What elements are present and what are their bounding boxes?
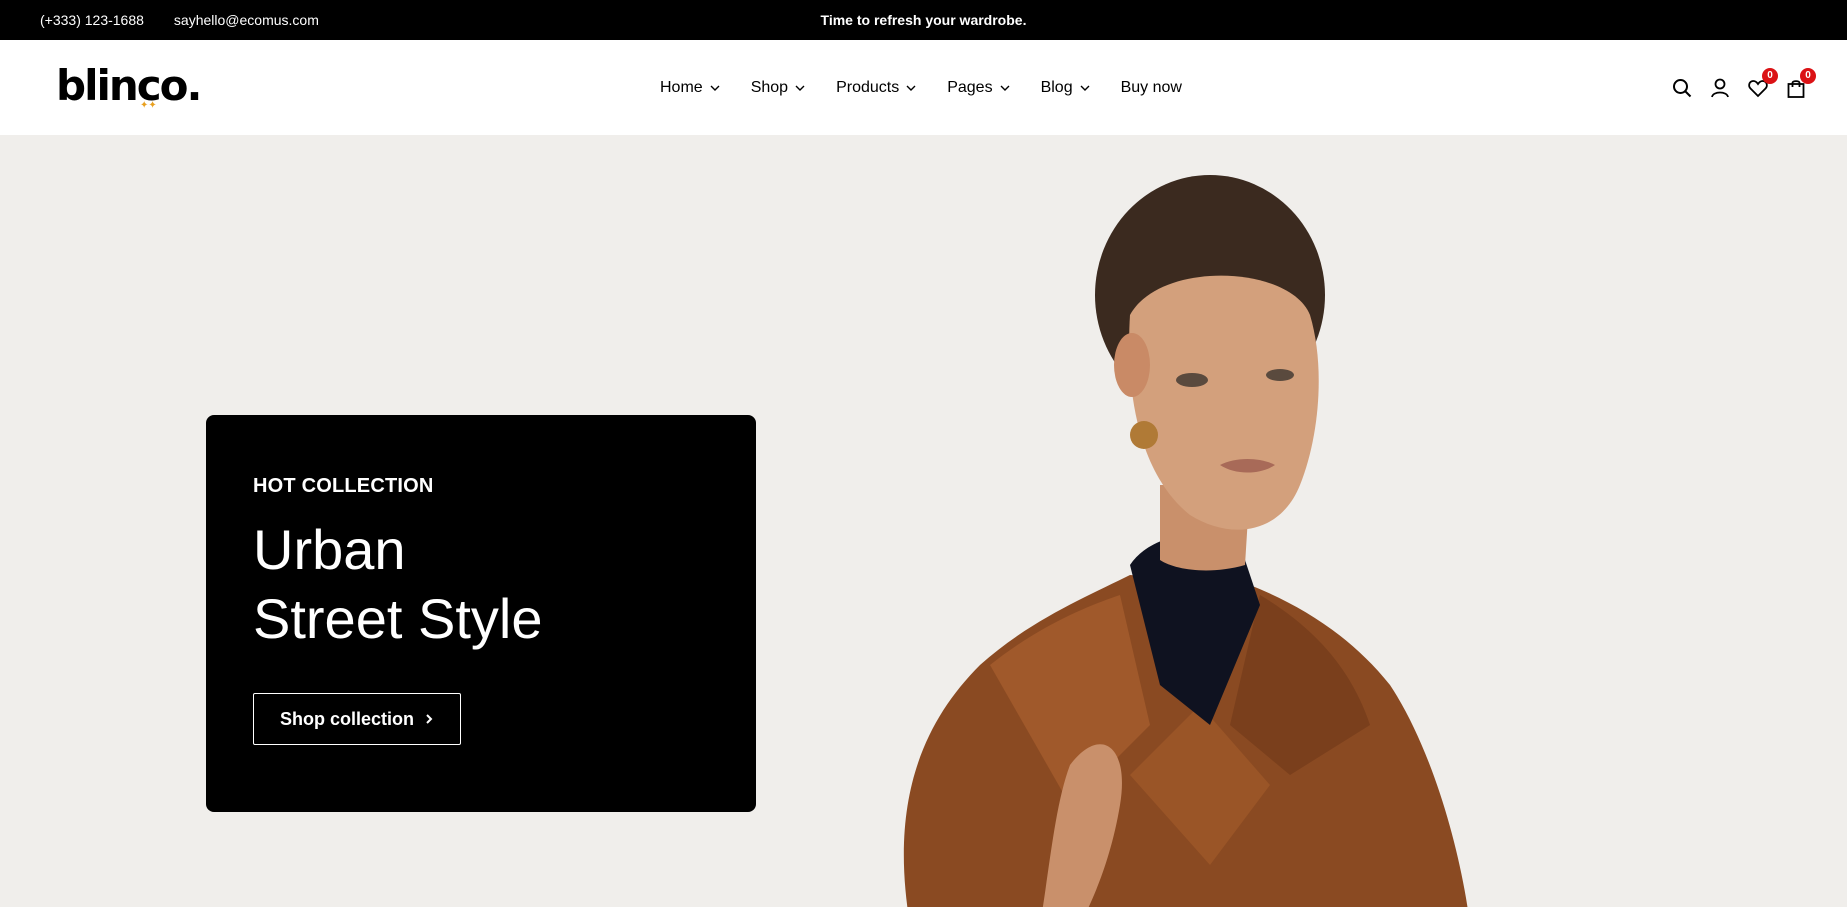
header-actions: 0 0 bbox=[1671, 40, 1816, 135]
announcement-bar: (+333) 123-1688 sayhello@ecomus.com Time… bbox=[0, 0, 1847, 40]
chevron-down-icon bbox=[710, 85, 720, 91]
nav-item-shop[interactable]: Shop bbox=[751, 79, 806, 97]
main-nav: Home Shop Products Pages Blog Buy now bbox=[660, 40, 1182, 135]
logo-text: blinco. bbox=[56, 61, 202, 110]
nav-label: Shop bbox=[750, 78, 789, 96]
site-header: blinco. ✦✦ Home Shop Products Pages Blog… bbox=[0, 40, 1847, 135]
nav-item-home[interactable]: Home bbox=[660, 79, 721, 97]
chevron-right-icon bbox=[426, 714, 433, 724]
hero-banner: HOT COLLECTION Urban Street Style Shop c… bbox=[0, 135, 1847, 907]
nav-label: Products bbox=[836, 78, 900, 96]
nav-item-blog[interactable]: Blog bbox=[1041, 79, 1091, 97]
nav-label: Home bbox=[660, 78, 703, 96]
nav-label: Pages bbox=[947, 78, 993, 96]
cart-count-badge: 0 bbox=[1800, 67, 1816, 84]
hero-title: Urban Street Style bbox=[253, 515, 542, 653]
search-icon[interactable] bbox=[1671, 77, 1693, 99]
cta-label: Shop collection bbox=[279, 708, 414, 729]
hero-subtitle: HOT COLLECTION bbox=[253, 475, 434, 497]
wishlist-count-badge: 0 bbox=[1762, 67, 1778, 84]
logo[interactable]: blinco. ✦✦ bbox=[56, 61, 202, 111]
hero-model-image bbox=[903, 175, 1468, 907]
nav-item-products[interactable]: Products bbox=[836, 79, 917, 97]
nav-item-pages[interactable]: Pages bbox=[947, 79, 1010, 97]
hero-card: HOT COLLECTION Urban Street Style Shop c… bbox=[206, 415, 756, 812]
user-icon[interactable] bbox=[1709, 77, 1731, 99]
shop-collection-button[interactable]: Shop collection bbox=[253, 693, 461, 745]
wishlist-button[interactable]: 0 bbox=[1747, 67, 1778, 99]
chevron-down-icon bbox=[906, 85, 916, 91]
nav-label: Blog bbox=[1040, 78, 1073, 96]
promo-text: Time to refresh your wardrobe. bbox=[820, 12, 1027, 28]
nav-label: Buy now bbox=[1120, 78, 1182, 96]
nav-item-buy-now[interactable]: Buy now bbox=[1121, 79, 1182, 97]
hero-title-line: Urban bbox=[253, 518, 406, 581]
chevron-down-icon bbox=[1000, 85, 1010, 91]
hero-title-line: Street Style bbox=[253, 587, 543, 650]
cart-button[interactable]: 0 bbox=[1785, 67, 1816, 99]
logo-accent-icon: ✦✦ bbox=[140, 100, 157, 111]
chevron-down-icon bbox=[1080, 85, 1090, 91]
chevron-down-icon bbox=[795, 85, 805, 91]
